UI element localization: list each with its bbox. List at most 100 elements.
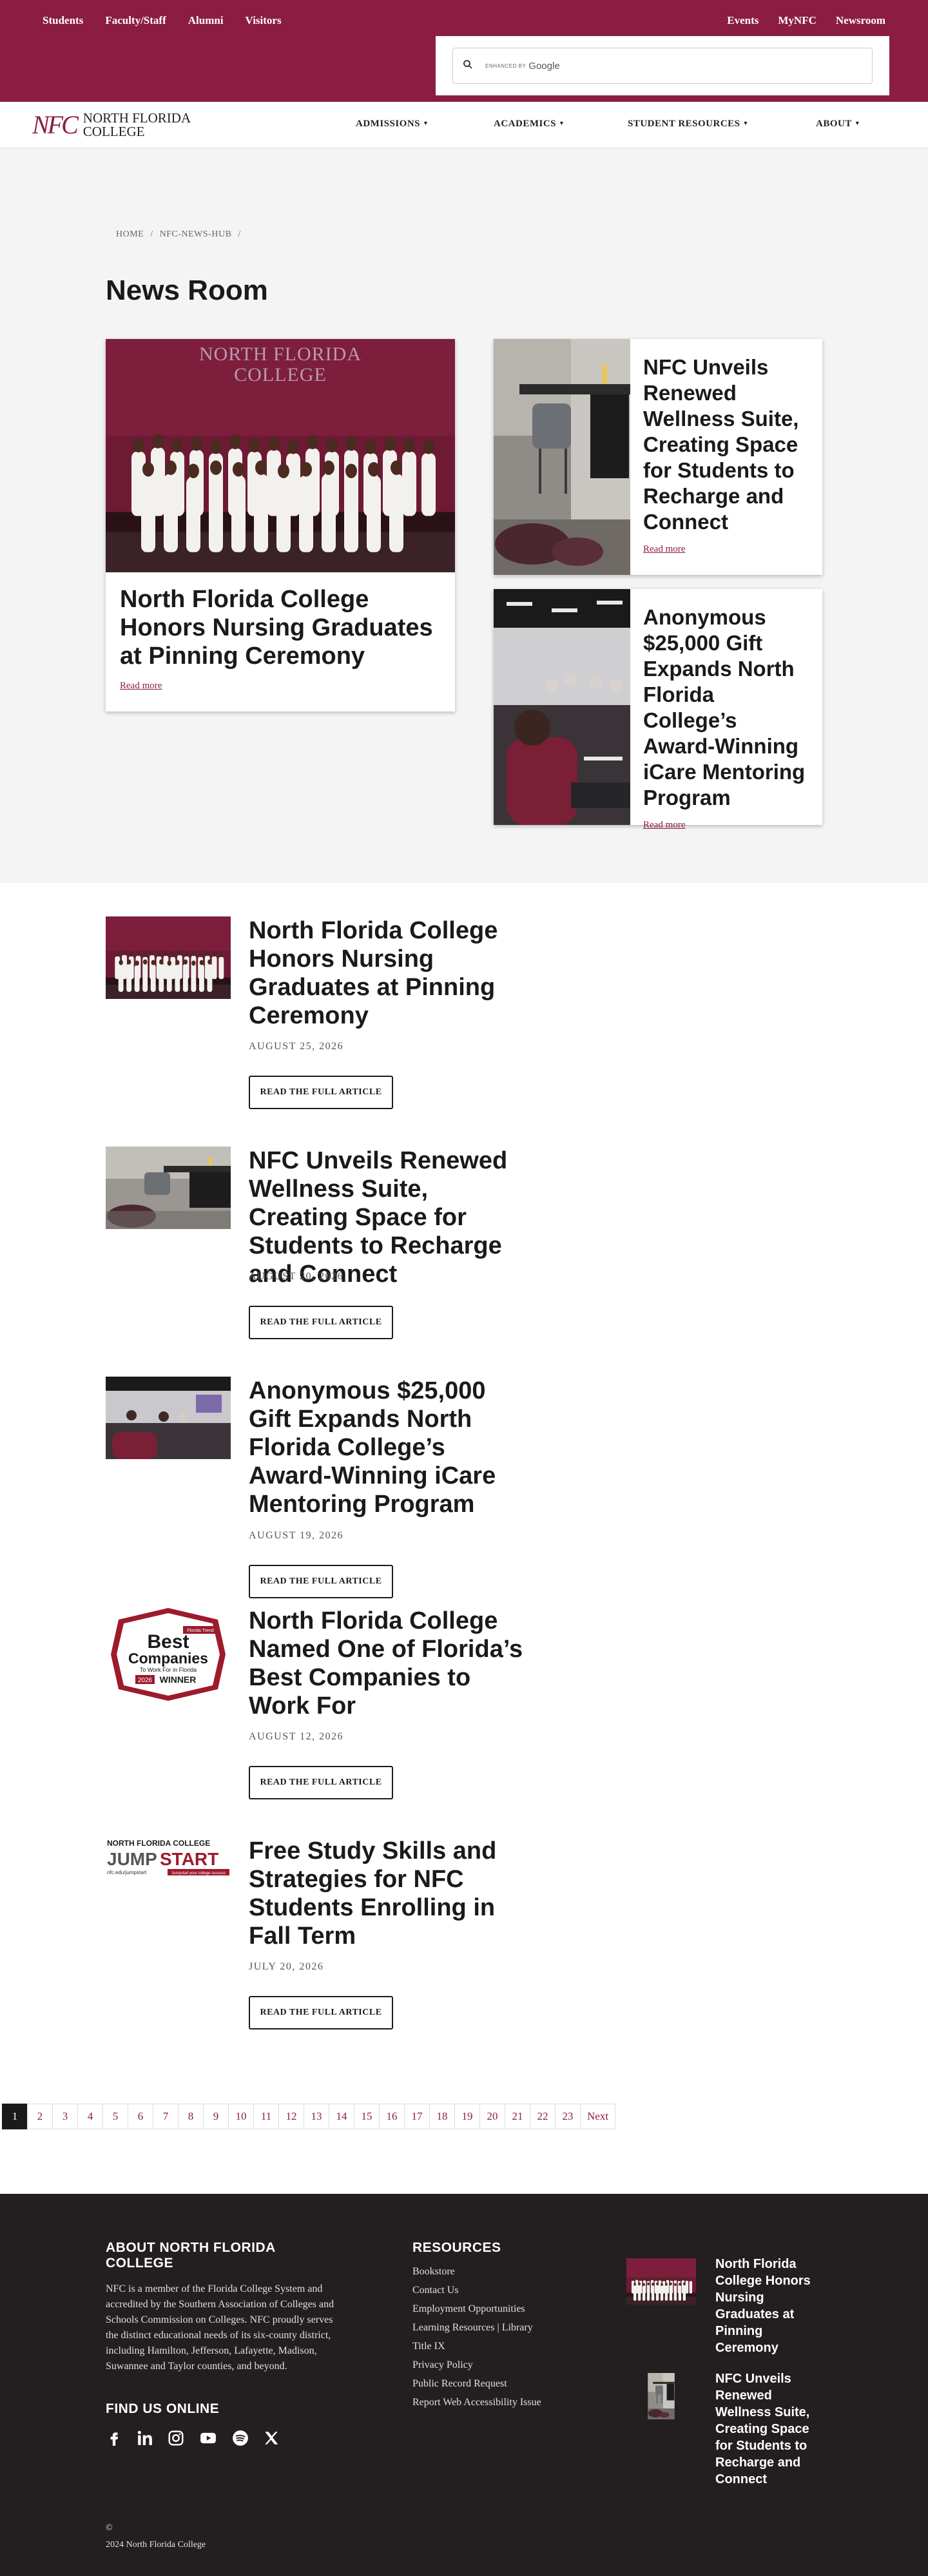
page-link-19[interactable]: 19 (454, 2104, 480, 2129)
footer-link-privacy[interactable]: Privacy Policy (412, 2359, 606, 2371)
page-link-14[interactable]: 14 (329, 2104, 354, 2129)
page-link-10[interactable]: 10 (228, 2104, 254, 2129)
footer-news-title[interactable]: NFC Unveils Renewed Wellness Suite, Crea… (715, 2370, 818, 2488)
featured-main-card[interactable]: NORTH FLORIDA COLLEGE North Florida Coll… (106, 339, 455, 712)
page-link-23[interactable]: 23 (555, 2104, 581, 2129)
featured-side-title[interactable]: Anonymous $25,000 Gift Expands North Flo… (643, 605, 809, 811)
menu-admissions[interactable]: ADMISSIONS ▼ (356, 119, 494, 130)
nav-link-mynfc[interactable]: MyNFC (778, 14, 816, 27)
page-link-2[interactable]: 2 (27, 2104, 53, 2129)
footer-link-library[interactable]: Learning Resources | Library (412, 2322, 606, 2334)
best-companies-badge[interactable]: Florida Trend Best Companies To Work For… (106, 1607, 231, 1702)
page-link-18[interactable]: 18 (429, 2104, 455, 2129)
featured-main-image[interactable]: NORTH FLORIDA COLLEGE (106, 339, 455, 572)
jumpstart-logo[interactable]: NORTH FLORIDA COLLEGE JUMP START nfc.edu… (106, 1837, 231, 1888)
footer-link-bookstore[interactable]: Bookstore (412, 2266, 606, 2278)
nav-link-faculty-staff[interactable]: Faculty/Staff (105, 14, 166, 27)
read-full-article-button[interactable]: READ THE FULL ARTICLE (249, 1766, 393, 1799)
instagram-icon[interactable] (168, 2430, 184, 2450)
page-link-3[interactable]: 3 (52, 2104, 78, 2129)
page-link-13[interactable]: 13 (304, 2104, 329, 2129)
page-link-22[interactable]: 22 (530, 2104, 556, 2129)
footer-link-contact[interactable]: Contact Us (412, 2285, 606, 2296)
menu-about[interactable]: ABOUT ▼ (816, 119, 860, 130)
linkedin-icon[interactable] (137, 2430, 153, 2450)
featured-main-title[interactable]: North Florida College Honors Nursing Gra… (106, 572, 455, 670)
read-full-article-button[interactable]: READ THE FULL ARTICLE (249, 1076, 393, 1109)
list-item: Anonymous $25,000 Gift Expands North Flo… (0, 1377, 928, 1607)
footer-link-employment[interactable]: Employment Opportunities (412, 2303, 606, 2315)
youtube-icon[interactable] (198, 2430, 218, 2450)
page-link-1[interactable]: 1 (2, 2104, 28, 2129)
breadcrumb-news-hub[interactable]: NFC-NEWS-HUB (160, 229, 232, 240)
search-panel: ENHANCED BY Google (436, 36, 889, 95)
read-full-article-button[interactable]: READ THE FULL ARTICLE (249, 1565, 393, 1598)
featured-side-title[interactable]: NFC Unveils Renewed Wellness Suite, Crea… (643, 354, 809, 535)
facebook-icon[interactable] (106, 2430, 122, 2450)
page-link-20[interactable]: 20 (479, 2104, 505, 2129)
page-next-button[interactable]: Next (580, 2104, 616, 2129)
page-link-4[interactable]: 4 (77, 2104, 103, 2129)
logo-mark: NFC (32, 110, 79, 139)
news-title[interactable]: North Florida College Named One of Flori… (249, 1607, 532, 1720)
breadcrumb-separator: / (238, 229, 241, 239)
news-title[interactable]: NFC Unveils Renewed Wellness Suite, Crea… (249, 1147, 532, 1288)
footer-link-public-records[interactable]: Public Record Request (412, 2378, 606, 2390)
footer-resources-heading: RESOURCES (412, 2240, 501, 2255)
page-link-16[interactable]: 16 (379, 2104, 405, 2129)
menu-label: ADMISSIONS (356, 119, 421, 129)
footer-news-thumbnail[interactable] (626, 2373, 696, 2419)
footer-recent-news: North Florida College Honors Nursing Gra… (626, 2256, 833, 2502)
page-link-5[interactable]: 5 (102, 2104, 128, 2129)
read-more-link[interactable]: Read more (643, 544, 685, 555)
page-link-15[interactable]: 15 (354, 2104, 380, 2129)
nav-link-alumni[interactable]: Alumni (188, 14, 224, 27)
utility-bar: Students Faculty/Staff Alumni Visitors E… (0, 0, 928, 102)
read-more-link[interactable]: Read more (643, 820, 685, 831)
nav-link-visitors[interactable]: Visitors (246, 14, 282, 27)
page-link-8[interactable]: 8 (178, 2104, 204, 2129)
page-link-17[interactable]: 17 (404, 2104, 430, 2129)
news-title[interactable]: North Florida College Honors Nursing Gra… (249, 916, 532, 1030)
spotify-icon[interactable] (232, 2430, 249, 2450)
page-link-12[interactable]: 12 (278, 2104, 304, 2129)
news-title[interactable]: Free Study Skills and Strategies for NFC… (249, 1837, 532, 1950)
featured-side-card[interactable]: Anonymous $25,000 Gift Expands North Flo… (494, 589, 822, 830)
news-thumbnail[interactable] (106, 916, 231, 999)
list-item: NORTH FLORIDA COLLEGE JUMP START nfc.edu… (0, 1837, 928, 2067)
footer-news-thumbnail[interactable] (626, 2258, 696, 2305)
nav-link-events[interactable]: Events (727, 14, 759, 27)
news-title[interactable]: Anonymous $25,000 Gift Expands North Flo… (249, 1377, 532, 1518)
featured-side-card[interactable]: NFC Unveils Renewed Wellness Suite, Crea… (494, 339, 822, 575)
read-more-link[interactable]: Read more (120, 681, 162, 692)
read-full-article-button[interactable]: READ THE FULL ARTICLE (249, 1996, 393, 2029)
featured-side-image[interactable] (494, 339, 630, 575)
footer-link-title-ix[interactable]: Title IX (412, 2341, 606, 2352)
footer-news-item[interactable]: North Florida College Honors Nursing Gra… (626, 2256, 833, 2356)
footer-link-accessibility[interactable]: Report Web Accessibility Issue (412, 2397, 606, 2408)
search-icon[interactable] (462, 59, 474, 73)
news-thumbnail[interactable] (106, 1377, 231, 1459)
page-link-7[interactable]: 7 (153, 2104, 179, 2129)
page-link-11[interactable]: 11 (253, 2104, 279, 2129)
news-thumbnail[interactable] (106, 1147, 231, 1229)
nav-link-newsroom[interactable]: Newsroom (836, 14, 885, 27)
search-input[interactable]: ENHANCED BY Google (452, 48, 873, 84)
jumpstart-url: nfc.edu/jumpstart (107, 1870, 147, 1875)
breadcrumb-home[interactable]: HOME (116, 229, 144, 240)
x-icon[interactable] (263, 2430, 280, 2450)
footer-news-title[interactable]: North Florida College Honors Nursing Gra… (715, 2256, 818, 2356)
site-logo[interactable]: NFC NORTH FLORIDA COLLEGE (32, 110, 191, 140)
featured-side-image[interactable] (494, 589, 630, 825)
page-link-9[interactable]: 9 (203, 2104, 229, 2129)
menu-academics[interactable]: ACADEMICS ▼ (494, 119, 628, 130)
nav-link-students[interactable]: Students (43, 14, 83, 27)
footer-news-item[interactable]: NFC Unveils Renewed Wellness Suite, Crea… (626, 2370, 833, 2488)
page-link-6[interactable]: 6 (128, 2104, 153, 2129)
caret-down-icon: ▼ (559, 120, 565, 126)
copyright-text: 2024 North Florida College (106, 2540, 206, 2550)
page-link-21[interactable]: 21 (505, 2104, 530, 2129)
read-full-article-button[interactable]: READ THE FULL ARTICLE (249, 1306, 393, 1339)
footer-about-text: NFC is a member of the Florida College S… (106, 2283, 334, 2372)
menu-student-resources[interactable]: STUDENT RESOURCES ▼ (628, 119, 816, 130)
